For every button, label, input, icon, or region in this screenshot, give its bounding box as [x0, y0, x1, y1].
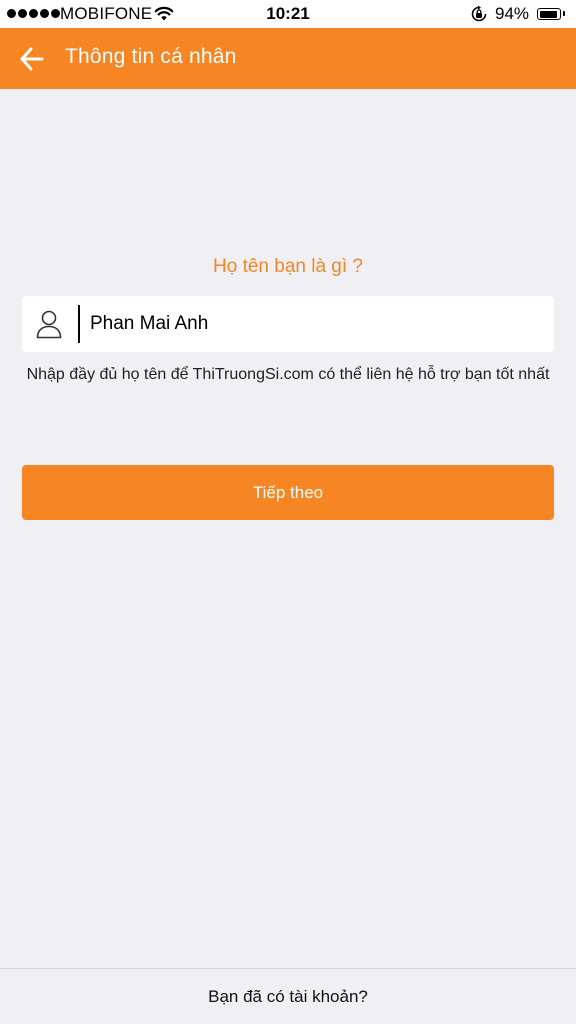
status-bar: MOBIFONE 10:21 94%	[0, 0, 576, 28]
status-time: 10:21	[266, 4, 310, 23]
nav-bar: Thông tin cá nhân	[0, 28, 576, 89]
user-icon	[36, 310, 62, 339]
back-button[interactable]	[14, 42, 50, 76]
text-cursor	[78, 305, 80, 343]
battery-percent: 94%	[495, 4, 530, 23]
have-account-link[interactable]: Bạn đã có tài khoản?	[0, 968, 576, 1024]
full-name-field[interactable]	[22, 296, 554, 352]
page-title: Thông tin cá nhân	[65, 45, 237, 68]
arrow-left-icon	[20, 47, 44, 71]
battery-icon	[537, 8, 565, 20]
name-hint: Nhập đầy đủ họ tên để ThiTruongSi.com có…	[26, 366, 550, 383]
full-name-input[interactable]	[90, 304, 540, 344]
battery-fill	[539, 10, 558, 18]
rotation-lock-icon	[471, 5, 487, 22]
app-header: MOBIFONE 10:21 94% Thông tin cá nhân	[0, 0, 576, 89]
name-question: Họ tên bạn là gì ?	[213, 256, 363, 277]
next-button[interactable]: Tiếp theo	[22, 465, 554, 520]
